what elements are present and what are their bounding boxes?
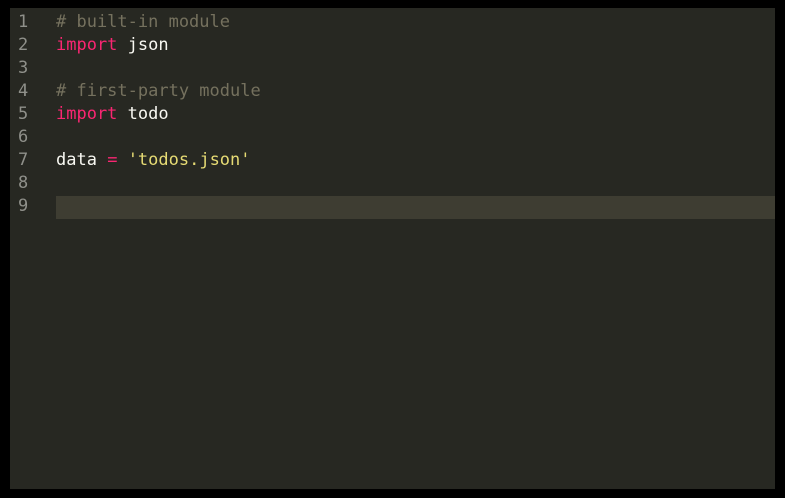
- token-plain: data: [56, 150, 108, 170]
- code-line[interactable]: 2 import json: [10, 34, 775, 57]
- code-text: # built-in module: [56, 11, 230, 34]
- code-line[interactable]: 9: [10, 195, 775, 218]
- token-plain: json: [117, 35, 169, 55]
- token-plain: todo: [117, 104, 169, 124]
- line-number: 3: [18, 58, 29, 78]
- line-number: 5: [18, 104, 29, 124]
- code-text: # first-party module: [56, 80, 261, 103]
- code-editor[interactable]: 1 # built-in module 2 import json 3 4 # first-…: [10, 8, 775, 489]
- token-operator: =: [107, 150, 118, 170]
- line-number: 9: [18, 196, 29, 216]
- line-number: 8: [18, 173, 29, 193]
- code-line[interactable]: 7 data = 'todos.json': [10, 149, 775, 172]
- code-line[interactable]: 4 # first-party module: [10, 80, 775, 103]
- token-comment: # built-in module: [56, 12, 230, 32]
- token-comment: # first-party module: [56, 81, 261, 101]
- line-number: 2: [18, 35, 29, 55]
- code-line[interactable]: 6: [10, 126, 775, 149]
- code-line[interactable]: 1 # built-in module: [10, 11, 775, 34]
- code-line[interactable]: 8: [10, 172, 775, 195]
- token-keyword: import: [56, 35, 118, 55]
- code-line[interactable]: 3: [10, 57, 775, 80]
- token-string: 'todos.json': [127, 150, 251, 170]
- code-text: import json: [56, 34, 169, 57]
- code-line[interactable]: 5 import todo: [10, 103, 775, 126]
- line-number: 4: [18, 81, 29, 101]
- code-text: data = 'todos.json': [56, 149, 251, 172]
- line-number: 7: [18, 150, 29, 170]
- code-text: import todo: [56, 103, 169, 126]
- token-keyword: import: [56, 104, 118, 124]
- editor-window: 1 # built-in module 2 import json 3 4 # first-…: [0, 0, 785, 498]
- line-number: 6: [18, 127, 29, 147]
- line-number: 1: [18, 12, 29, 32]
